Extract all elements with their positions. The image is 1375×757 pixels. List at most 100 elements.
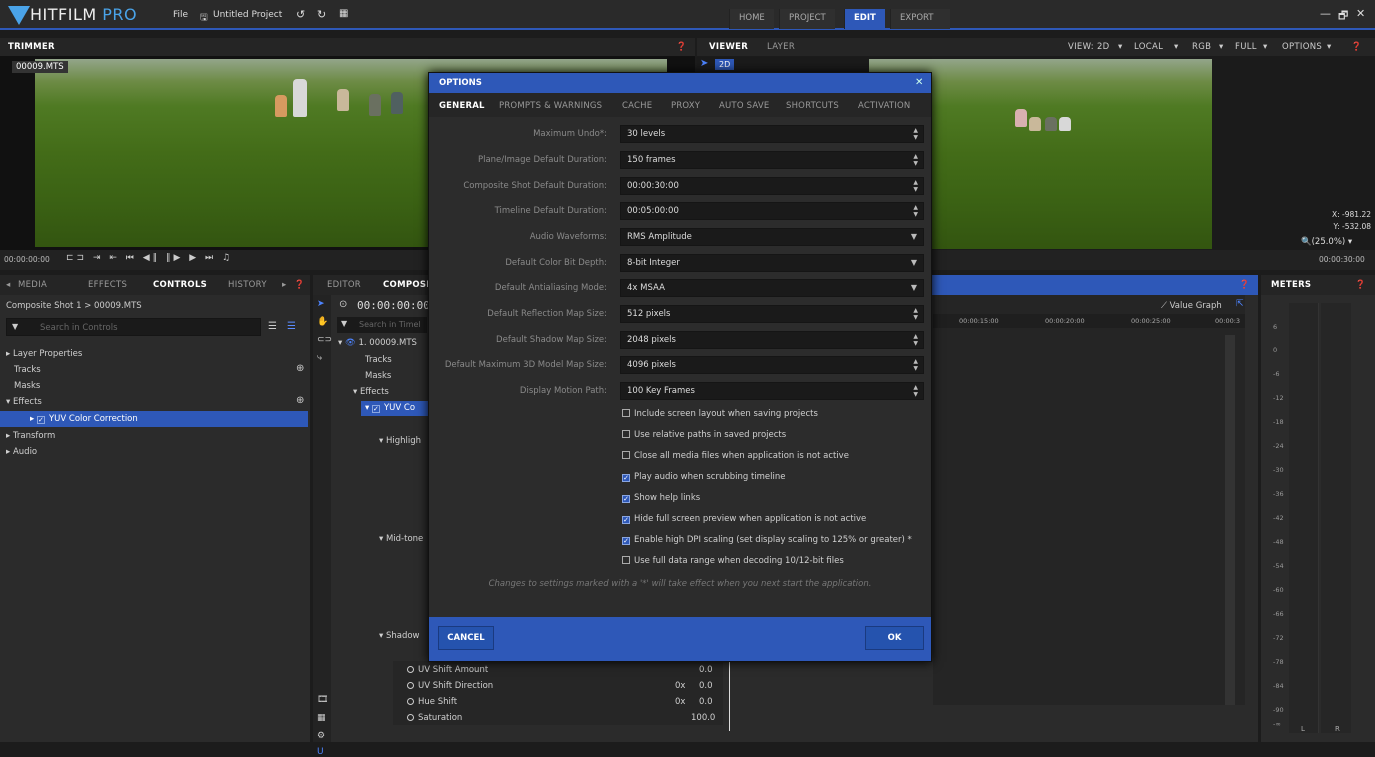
select-tool-icon[interactable]: ➤ — [317, 299, 325, 309]
checkbox-icon[interactable] — [622, 556, 630, 564]
close-icon[interactable]: ✕ — [1356, 7, 1365, 20]
timeline-search-input[interactable]: ▼ Search in Timel — [337, 317, 427, 333]
playhead[interactable] — [729, 661, 730, 731]
tree-item-transform[interactable]: ▸ Transform — [6, 431, 55, 441]
shadows-row[interactable]: ▾ Shadow — [379, 631, 420, 641]
close-icon[interactable]: ✕ — [915, 77, 923, 88]
display-motion-path-spinner[interactable]: 100 Key Frames ▲ ▼ — [620, 382, 924, 400]
color-bit-depth-select[interactable]: 8-bit Integer ▼ — [620, 254, 924, 272]
tree-item-audio[interactable]: ▸ Audio — [6, 447, 37, 457]
add-track-icon[interactable]: ⊕ — [296, 363, 304, 374]
checkbox-show-help-links[interactable]: ✓ Show help links — [622, 493, 700, 503]
eye-icon[interactable]: 👁 — [345, 338, 356, 348]
restore-icon[interactable]: 🗗 — [1338, 7, 1348, 26]
midtones-row[interactable]: ▾ Mid-tone — [379, 534, 423, 544]
minimize-icon[interactable]: — — [1320, 7, 1331, 20]
tab-effects[interactable]: EFFECTS — [88, 280, 127, 290]
timeline-scrollbar[interactable] — [1225, 335, 1235, 705]
help-icon[interactable]: ❓ — [676, 42, 687, 52]
keyframe-icon[interactable] — [407, 666, 414, 673]
max-3d-model-map-size-spinner[interactable]: 4096 pixels ▲ ▼ — [620, 356, 924, 374]
keyframe-icon[interactable] — [407, 682, 414, 689]
help-icon[interactable]: ❓ — [1355, 280, 1366, 290]
antialiasing-mode-select[interactable]: 4x MSAA ▼ — [620, 279, 924, 297]
checkbox-include-screen-layout[interactable]: Include screen layout when saving projec… — [622, 409, 818, 419]
effects-row[interactable]: ▾ Effects — [353, 387, 389, 397]
slip-tool-icon[interactable]: ⊂⊃ — [317, 335, 332, 345]
curve-tool-icon[interactable]: ⤷ — [317, 353, 322, 363]
help-icon[interactable]: ❓ — [294, 280, 305, 290]
composite-shot-duration-spinner[interactable]: 00:00:30:00 ▲ ▼ — [620, 177, 924, 195]
tree-item-effects[interactable]: ▾ Effects — [6, 397, 42, 407]
tab-history[interactable]: HISTORY — [228, 280, 267, 290]
tree-item-layer-properties[interactable]: ▸ Layer Properties — [6, 349, 82, 359]
list-view-icon[interactable]: ☰ — [268, 321, 277, 332]
reflection-map-size-spinner[interactable]: 512 pixels ▲ ▼ — [620, 305, 924, 323]
tab-general[interactable]: GENERAL — [439, 101, 485, 111]
tree-item-masks[interactable]: Masks — [14, 381, 40, 391]
help-icon[interactable]: ❓ — [1239, 280, 1250, 290]
nav-project[interactable]: PROJECT — [779, 9, 835, 29]
keyframe-icon[interactable] — [407, 714, 414, 721]
tracks-row[interactable]: Tracks — [365, 355, 392, 365]
controls-search-input[interactable]: ▼ Search in Controls — [6, 318, 261, 336]
timeline-ruler[interactable]: 00:00:15:00 00:00:20:00 00:00:25:00 00:0… — [933, 314, 1245, 328]
checkbox-icon[interactable] — [622, 409, 630, 417]
layer-row[interactable]: ▾ 👁 1. 00009.MTS — [338, 338, 417, 348]
tree-item-yuv-selected[interactable]: ▸ ✓ YUV Color Correction — [0, 411, 308, 427]
view-mode-select[interactable]: VIEW: 2D — [1068, 42, 1110, 52]
chevron-down-icon[interactable]: ▾ — [1263, 42, 1268, 52]
tab-controls[interactable]: CONTROLS — [153, 280, 207, 290]
chevron-down-icon[interactable]: ▾ — [1219, 42, 1224, 52]
checkbox-checked-icon[interactable]: ✓ — [622, 474, 630, 482]
property-saturation[interactable]: Saturation — [407, 713, 462, 723]
tab-proxy[interactable]: PROXY — [671, 101, 700, 111]
tree-item-tracks[interactable]: Tracks — [14, 365, 41, 375]
film-icon[interactable]: 🎞 — [317, 695, 328, 705]
property-hue-shift[interactable]: Hue Shift — [407, 697, 457, 707]
quality-select[interactable]: FULL — [1235, 42, 1257, 52]
chevron-down-icon[interactable]: ▾ — [1327, 42, 1332, 52]
select-tool-icon[interactable]: ➤ — [700, 58, 710, 70]
checkbox-checked-icon[interactable]: ✓ — [622, 495, 630, 503]
add-effect-icon[interactable]: ⊕ — [296, 395, 304, 406]
tab-scroll-right-icon[interactable]: ▸ — [282, 280, 287, 290]
project-name[interactable]: Untitled Project — [213, 10, 282, 20]
tab-editor[interactable]: EDITOR — [327, 280, 361, 290]
checkbox-full-data-range[interactable]: Use full data range when decoding 10/12-… — [622, 556, 844, 566]
keyframe-icon[interactable] — [407, 698, 414, 705]
property-uv-shift-amount[interactable]: UV Shift Amount — [407, 665, 488, 675]
settings-icon[interactable]: ⚙ — [317, 731, 325, 741]
magnet-icon[interactable]: U — [317, 747, 324, 757]
yuv-row-selected[interactable]: ▾ ✓ YUV Co — [361, 401, 431, 416]
tab-media[interactable]: MEDIA — [18, 280, 47, 290]
ok-button[interactable]: OK — [865, 626, 924, 650]
tab-activation[interactable]: ACTIVATION — [858, 101, 910, 111]
detail-view-icon[interactable]: ☰ — [287, 321, 296, 332]
checkbox-relative-paths[interactable]: Use relative paths in saved projects — [622, 430, 786, 440]
maximum-undo-spinner[interactable]: 30 levels ▲ ▼ — [620, 125, 924, 143]
redo-icon[interactable]: ↻ — [317, 8, 326, 21]
checkbox-icon[interactable]: ✓ — [36, 416, 45, 424]
rgb-select[interactable]: RGB — [1192, 42, 1211, 52]
value-graph-button[interactable]: ⟋ Value Graph — [1161, 301, 1222, 311]
nav-edit[interactable]: EDIT — [844, 9, 885, 29]
layout-icon[interactable]: ▦ — [317, 713, 326, 723]
checkbox-icon[interactable] — [622, 451, 630, 459]
nav-home[interactable]: HOME — [729, 9, 774, 29]
undo-icon[interactable]: ↺ — [296, 8, 305, 21]
tab-cache[interactable]: CACHE — [622, 101, 652, 111]
help-icon[interactable]: ❓ — [1351, 42, 1362, 52]
timeline-duration-spinner[interactable]: 00:05:00:00 ▲ ▼ — [620, 202, 924, 220]
nav-export[interactable]: EXPORT — [890, 9, 950, 29]
tab-prompts-warnings[interactable]: PROMPTS & WARNINGS — [499, 101, 602, 111]
zoom-control[interactable]: 🔍(25.0%) ▾ — [1301, 237, 1352, 247]
checkbox-icon[interactable] — [622, 430, 630, 438]
zoom-fit-icon[interactable]: ⇱ — [1236, 299, 1244, 309]
tab-composite[interactable]: COMPOSI — [383, 280, 430, 290]
hand-tool-icon[interactable]: ✋ — [317, 317, 328, 327]
grid-menu-icon[interactable]: ▦ — [339, 8, 348, 19]
tab-scroll-left-icon[interactable]: ◂ — [6, 280, 11, 290]
checkbox-play-audio-scrubbing[interactable]: ✓ Play audio when scrubbing timeline — [622, 472, 786, 482]
checkbox-icon[interactable]: ✓ — [371, 405, 380, 413]
